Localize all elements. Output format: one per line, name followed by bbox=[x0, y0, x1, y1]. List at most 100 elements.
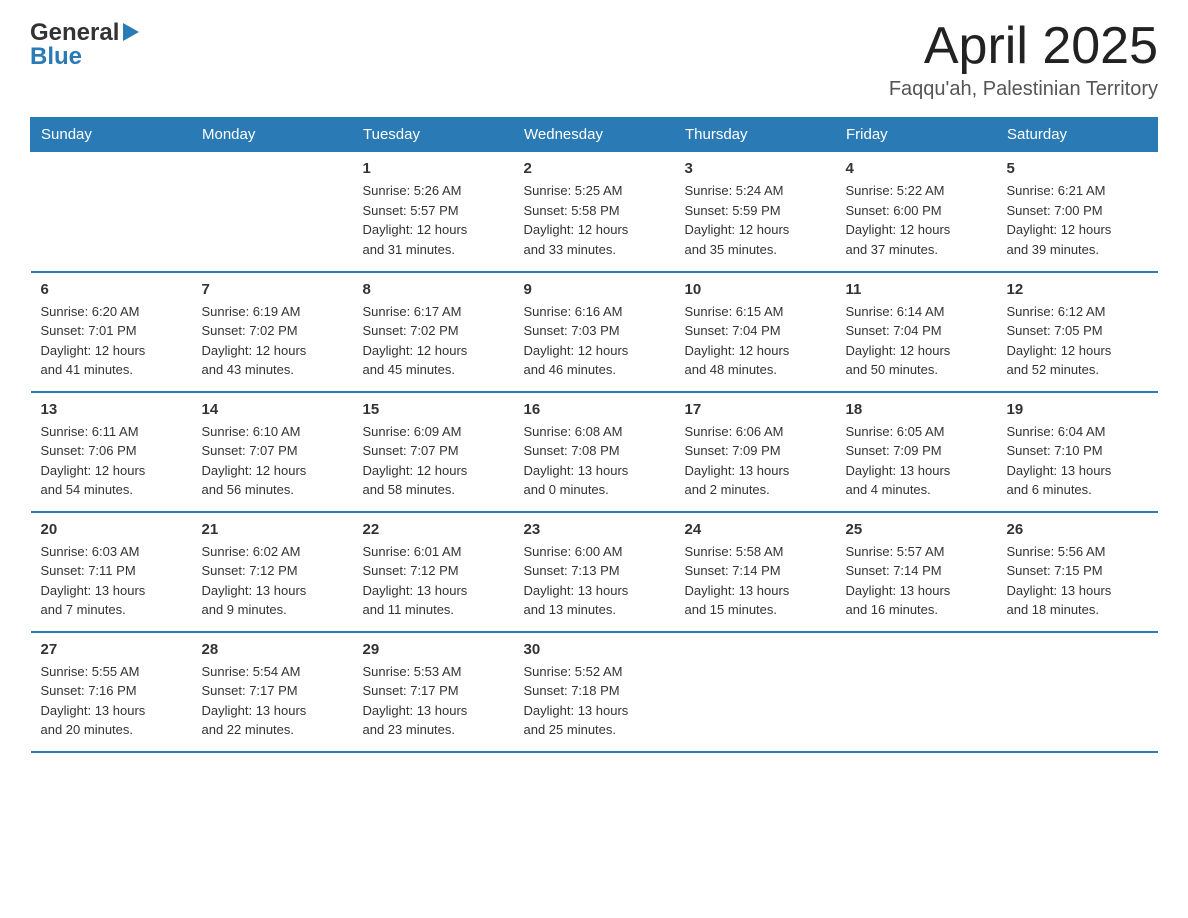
day-info: Sunrise: 6:19 AM Sunset: 7:02 PM Dayligh… bbox=[202, 304, 307, 378]
day-info: Sunrise: 5:58 AM Sunset: 7:14 PM Dayligh… bbox=[685, 544, 790, 618]
day-info: Sunrise: 6:16 AM Sunset: 7:03 PM Dayligh… bbox=[524, 304, 629, 378]
day-number: 10 bbox=[685, 281, 826, 298]
week-row-1: 1Sunrise: 5:26 AM Sunset: 5:57 PM Daylig… bbox=[31, 152, 1158, 272]
day-info: Sunrise: 5:25 AM Sunset: 5:58 PM Dayligh… bbox=[524, 183, 629, 257]
day-info: Sunrise: 6:17 AM Sunset: 7:02 PM Dayligh… bbox=[363, 304, 468, 378]
day-info: Sunrise: 5:22 AM Sunset: 6:00 PM Dayligh… bbox=[846, 183, 951, 257]
day-number: 9 bbox=[524, 281, 665, 298]
day-cell: 29Sunrise: 5:53 AM Sunset: 7:17 PM Dayli… bbox=[353, 632, 514, 752]
day-cell: 30 Sunrise: 5:52 AM Sunset: 7:18 PM Dayli… bbox=[514, 632, 675, 752]
day-number: 26 bbox=[1007, 521, 1148, 538]
day-cell: 19 Sunrise: 6:04 AM Sunset: 7:10 PM Dayli… bbox=[997, 392, 1158, 512]
calendar-table: SundayMondayTuesdayWednesdayThursdayFrid… bbox=[30, 117, 1158, 753]
header-cell-sunday: Sunday bbox=[31, 118, 192, 152]
day-number: 5 bbox=[1007, 160, 1148, 177]
day-number: 12 bbox=[1007, 281, 1148, 298]
day-info: Sunrise: 5:52 AM Sunset: 7:18 PM Dayligh… bbox=[524, 664, 629, 738]
day-cell: 1Sunrise: 5:26 AM Sunset: 5:57 PM Daylig… bbox=[353, 152, 514, 272]
logo-stack: General Blue bbox=[30, 20, 142, 71]
day-number: 8 bbox=[363, 281, 504, 298]
day-info: Sunrise: 6:03 AM Sunset: 7:11 PM Dayligh… bbox=[41, 544, 146, 618]
day-number: 17 bbox=[685, 401, 826, 418]
day-info: Sunrise: 6:02 AM Sunset: 7:12 PM Dayligh… bbox=[202, 544, 307, 618]
day-info: Sunrise: 5:24 AM Sunset: 5:59 PM Dayligh… bbox=[685, 183, 790, 257]
week-row-4: 20 Sunrise: 6:03 AM Sunset: 7:11 PM Dayli… bbox=[31, 512, 1158, 632]
day-number: 20 bbox=[41, 521, 182, 538]
day-cell: 26 Sunrise: 5:56 AM Sunset: 7:15 PM Dayli… bbox=[997, 512, 1158, 632]
day-number: 18 bbox=[846, 401, 987, 418]
day-cell bbox=[31, 152, 192, 272]
week-row-3: 13Sunrise: 6:11 AM Sunset: 7:06 PM Dayli… bbox=[31, 392, 1158, 512]
logo-blue: Blue bbox=[30, 44, 142, 70]
day-number: 24 bbox=[685, 521, 826, 538]
day-cell: 4 Sunrise: 5:22 AM Sunset: 6:00 PM Daylig… bbox=[836, 152, 997, 272]
day-cell bbox=[836, 632, 997, 752]
day-cell: 3 Sunrise: 5:24 AM Sunset: 5:59 PM Daylig… bbox=[675, 152, 836, 272]
title-area: April 2025 Faqqu'ah, Palestinian Territo… bbox=[889, 20, 1158, 101]
day-info: Sunrise: 6:00 AM Sunset: 7:13 PM Dayligh… bbox=[524, 544, 629, 618]
day-cell bbox=[675, 632, 836, 752]
day-info: Sunrise: 6:01 AM Sunset: 7:12 PM Dayligh… bbox=[363, 544, 468, 618]
day-number: 2 bbox=[524, 160, 665, 177]
day-info: Sunrise: 6:20 AM Sunset: 7:01 PM Dayligh… bbox=[41, 304, 146, 378]
week-row-5: 27Sunrise: 5:55 AM Sunset: 7:16 PM Dayli… bbox=[31, 632, 1158, 752]
location-title: Faqqu'ah, Palestinian Territory bbox=[889, 78, 1158, 101]
day-number: 25 bbox=[846, 521, 987, 538]
day-cell: 24 Sunrise: 5:58 AM Sunset: 7:14 PM Dayli… bbox=[675, 512, 836, 632]
day-cell: 11Sunrise: 6:14 AM Sunset: 7:04 PM Dayli… bbox=[836, 272, 997, 392]
day-info: Sunrise: 6:05 AM Sunset: 7:09 PM Dayligh… bbox=[846, 424, 951, 498]
day-cell: 16Sunrise: 6:08 AM Sunset: 7:08 PM Dayli… bbox=[514, 392, 675, 512]
day-info: Sunrise: 6:12 AM Sunset: 7:05 PM Dayligh… bbox=[1007, 304, 1112, 378]
day-number: 21 bbox=[202, 521, 343, 538]
day-cell: 23 Sunrise: 6:00 AM Sunset: 7:13 PM Dayli… bbox=[514, 512, 675, 632]
day-number: 14 bbox=[202, 401, 343, 418]
day-number: 6 bbox=[41, 281, 182, 298]
day-info: Sunrise: 6:21 AM Sunset: 7:00 PM Dayligh… bbox=[1007, 183, 1112, 257]
header-cell-friday: Friday bbox=[836, 118, 997, 152]
day-number: 7 bbox=[202, 281, 343, 298]
day-info: Sunrise: 6:09 AM Sunset: 7:07 PM Dayligh… bbox=[363, 424, 468, 498]
header-cell-thursday: Thursday bbox=[675, 118, 836, 152]
day-info: Sunrise: 5:57 AM Sunset: 7:14 PM Dayligh… bbox=[846, 544, 951, 618]
day-info: Sunrise: 6:06 AM Sunset: 7:09 PM Dayligh… bbox=[685, 424, 790, 498]
day-cell bbox=[192, 152, 353, 272]
day-info: Sunrise: 5:53 AM Sunset: 7:17 PM Dayligh… bbox=[363, 664, 468, 738]
day-cell: 6 Sunrise: 6:20 AM Sunset: 7:01 PM Daylig… bbox=[31, 272, 192, 392]
day-number: 30 bbox=[524, 641, 665, 658]
day-number: 22 bbox=[363, 521, 504, 538]
header-cell-saturday: Saturday bbox=[997, 118, 1158, 152]
day-number: 27 bbox=[41, 641, 182, 658]
header-row: SundayMondayTuesdayWednesdayThursdayFrid… bbox=[31, 118, 1158, 152]
day-info: Sunrise: 6:14 AM Sunset: 7:04 PM Dayligh… bbox=[846, 304, 951, 378]
day-info: Sunrise: 6:04 AM Sunset: 7:10 PM Dayligh… bbox=[1007, 424, 1112, 498]
day-number: 4 bbox=[846, 160, 987, 177]
day-cell: 2 Sunrise: 5:25 AM Sunset: 5:58 PM Daylig… bbox=[514, 152, 675, 272]
day-number: 23 bbox=[524, 521, 665, 538]
day-cell: 14 Sunrise: 6:10 AM Sunset: 7:07 PM Dayli… bbox=[192, 392, 353, 512]
week-row-2: 6 Sunrise: 6:20 AM Sunset: 7:01 PM Daylig… bbox=[31, 272, 1158, 392]
logo: General Blue bbox=[30, 20, 142, 71]
day-cell: 22 Sunrise: 6:01 AM Sunset: 7:12 PM Dayli… bbox=[353, 512, 514, 632]
day-cell: 10Sunrise: 6:15 AM Sunset: 7:04 PM Dayli… bbox=[675, 272, 836, 392]
day-cell bbox=[997, 632, 1158, 752]
day-info: Sunrise: 6:11 AM Sunset: 7:06 PM Dayligh… bbox=[41, 424, 146, 498]
header-cell-monday: Monday bbox=[192, 118, 353, 152]
day-cell: 27Sunrise: 5:55 AM Sunset: 7:16 PM Dayli… bbox=[31, 632, 192, 752]
day-cell: 20 Sunrise: 6:03 AM Sunset: 7:11 PM Dayli… bbox=[31, 512, 192, 632]
day-number: 3 bbox=[685, 160, 826, 177]
day-cell: 8 Sunrise: 6:17 AM Sunset: 7:02 PM Daylig… bbox=[353, 272, 514, 392]
day-number: 19 bbox=[1007, 401, 1148, 418]
calendar-body: 1Sunrise: 5:26 AM Sunset: 5:57 PM Daylig… bbox=[31, 152, 1158, 752]
logo-arrow-icon bbox=[122, 21, 142, 43]
page-header: General Blue April 2025 Faqqu'ah, Palest… bbox=[30, 20, 1158, 101]
day-cell: 18 Sunrise: 6:05 AM Sunset: 7:09 PM Dayli… bbox=[836, 392, 997, 512]
calendar-header: SundayMondayTuesdayWednesdayThursdayFrid… bbox=[31, 118, 1158, 152]
day-cell: 15Sunrise: 6:09 AM Sunset: 7:07 PM Dayli… bbox=[353, 392, 514, 512]
day-info: Sunrise: 6:10 AM Sunset: 7:07 PM Dayligh… bbox=[202, 424, 307, 498]
day-info: Sunrise: 5:56 AM Sunset: 7:15 PM Dayligh… bbox=[1007, 544, 1112, 618]
day-cell: 13Sunrise: 6:11 AM Sunset: 7:06 PM Dayli… bbox=[31, 392, 192, 512]
day-cell: 7 Sunrise: 6:19 AM Sunset: 7:02 PM Daylig… bbox=[192, 272, 353, 392]
day-number: 28 bbox=[202, 641, 343, 658]
day-cell: 5 Sunrise: 6:21 AM Sunset: 7:00 PM Daylig… bbox=[997, 152, 1158, 272]
day-info: Sunrise: 6:08 AM Sunset: 7:08 PM Dayligh… bbox=[524, 424, 629, 498]
